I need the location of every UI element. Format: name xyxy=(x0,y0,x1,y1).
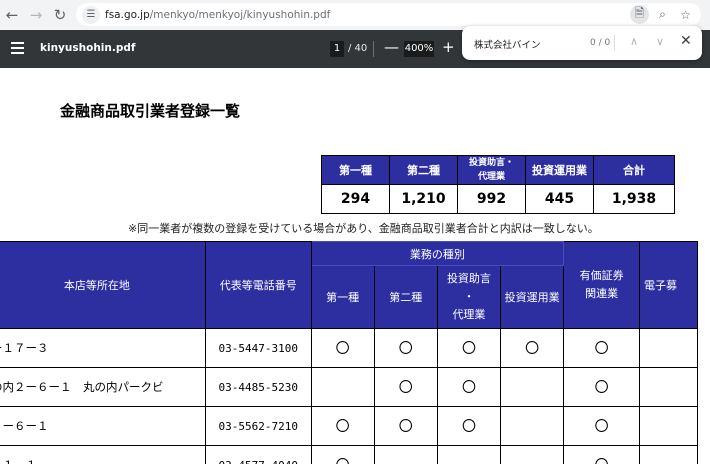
zoom-icon[interactable]: ⌕ xyxy=(653,5,672,24)
column-header-type1: 第一種 xyxy=(310,265,375,329)
column-header-type2: 第二種 xyxy=(373,265,438,329)
column-header-electronic: 電子募 xyxy=(639,241,698,329)
cell-type1 xyxy=(310,367,375,407)
table-row: ー１７ー３ 03-5447-3100 〇 〇 〇 〇 〇 xyxy=(0,328,698,368)
cell-phone: 03-4577-4040 xyxy=(204,445,312,464)
cell-securities: 〇 xyxy=(563,406,640,446)
document-heading: 金融商品取引業者登録一覧 xyxy=(60,102,241,120)
cell-advisory: 〇 xyxy=(436,367,502,407)
summary-header: 第一種 xyxy=(321,155,390,185)
url-path: /menkyo/menkyoj/kinyushohin.pdf xyxy=(149,8,331,21)
pdf-document-icon[interactable]: 🗎 xyxy=(630,5,649,24)
find-close-icon[interactable]: ✕ xyxy=(680,33,692,49)
column-header-address: 本店等所在地 xyxy=(0,241,206,329)
find-bar: 株式会社バイン 0 / 0 ∧ ∨ ✕ xyxy=(462,26,702,60)
cell-type2 xyxy=(373,445,438,464)
toolbar-divider xyxy=(373,41,374,57)
column-header-advisory: 投資助言 ・ 代理業 xyxy=(436,265,502,329)
cell-securities: 〇 xyxy=(563,328,640,368)
back-arrow-icon: ← xyxy=(5,6,19,24)
zoom-in-icon[interactable]: + xyxy=(442,38,455,56)
cell-phone: 03-5562-7210 xyxy=(204,406,312,446)
reload-icon: ↻ xyxy=(53,6,67,24)
cell-phone: 03-4485-5230 xyxy=(204,367,312,407)
url-host: fsa.go.jp xyxy=(105,8,150,21)
summary-value: 992 xyxy=(457,184,526,214)
advisory-line-3: 代理業 xyxy=(452,308,486,321)
cell-investment xyxy=(500,367,565,407)
summary-note: ※同一業者が複数の登録を受けている場合があり、金融商品取引業者合計と内訳は一致し… xyxy=(128,222,599,235)
table-row: １ー６ー１ 03-5562-7210 〇 〇 〇 〇 xyxy=(0,406,698,446)
cell-address: ー１７ー３ xyxy=(0,328,206,368)
find-previous-icon[interactable]: ∧ xyxy=(630,35,638,48)
page-total: / 40 xyxy=(348,43,368,54)
find-match-count: 0 / 0 xyxy=(590,38,611,48)
summary-header: 合計 xyxy=(593,155,675,185)
back-button[interactable]: ← xyxy=(1,4,23,26)
pdf-page[interactable]: 金融商品取引業者登録一覧 第一種 第二種 投資助言・ 代理業 投資運用業 合計 2… xyxy=(0,68,710,464)
cell-type2: 〇 xyxy=(373,367,438,407)
table-row: の内２ー６ー１ 丸の内パークビ 03-4485-5230 〇 〇 〇 xyxy=(0,367,698,407)
securities-line-2: 関連業 xyxy=(585,287,619,300)
site-info-icon[interactable]: ☰ xyxy=(82,5,100,24)
cell-address: ー１ー１ xyxy=(0,445,206,464)
cell-investment xyxy=(500,406,565,446)
cell-type1: 〇 xyxy=(310,445,375,464)
forward-button[interactable]: → xyxy=(25,4,47,26)
summary-table: 第一種 第二種 投資助言・ 代理業 投資運用業 合計 294 1,210 992 … xyxy=(321,155,675,214)
cell-address: の内２ー６ー１ 丸の内パークビ xyxy=(0,367,206,407)
cell-advisory: 〇 xyxy=(436,406,502,446)
cell-type1: 〇 xyxy=(310,328,375,368)
cell-investment: 〇 xyxy=(500,328,565,368)
zoom-level-input[interactable]: 400% xyxy=(404,41,434,57)
registry-table: 本店等所在地 代表等電話番号 業務の種別 有価証券 関連業 電子募 第一種 第二… xyxy=(0,241,698,464)
cell-investment xyxy=(500,445,565,464)
cell-electronic xyxy=(639,406,698,446)
summary-value: 294 xyxy=(321,184,390,214)
cell-advisory: 〇 xyxy=(436,328,502,368)
column-header-investment: 投資運用業 xyxy=(500,265,565,329)
cell-type1: 〇 xyxy=(310,406,375,446)
column-header-securities: 有価証券 関連業 xyxy=(563,241,640,329)
cell-securities: 〇 xyxy=(563,445,640,464)
column-group-business-type: 業務の種別 xyxy=(310,241,565,266)
column-header-phone: 代表等電話番号 xyxy=(204,241,312,329)
summary-value: 1,938 xyxy=(593,184,675,214)
bookmark-star-icon[interactable]: ☆ xyxy=(676,5,695,24)
cell-advisory xyxy=(436,445,502,464)
advisory-line-1: 投資助言 xyxy=(446,272,491,285)
page-number-input[interactable]: 1 xyxy=(330,41,344,57)
reload-button[interactable]: ↻ xyxy=(49,4,71,26)
document-title: kinyushohin.pdf xyxy=(40,42,136,54)
cell-securities: 〇 xyxy=(563,367,640,407)
forward-arrow-icon: → xyxy=(29,6,43,24)
summary-value: 1,210 xyxy=(389,184,458,214)
summary-header: 投資運用業 xyxy=(525,155,594,185)
find-input[interactable]: 株式会社バイン xyxy=(474,37,541,51)
find-divider xyxy=(614,35,615,51)
cell-address: １ー６ー１ xyxy=(0,406,206,446)
menu-icon[interactable] xyxy=(11,42,24,54)
summary-header: 投資助言・ 代理業 xyxy=(457,155,526,185)
cell-type2: 〇 xyxy=(373,406,438,446)
summary-value: 445 xyxy=(525,184,594,214)
cell-electronic xyxy=(639,445,698,464)
cell-electronic xyxy=(639,328,698,368)
cell-type2: 〇 xyxy=(373,328,438,368)
advisory-line-2: ・ xyxy=(463,290,475,303)
cell-electronic xyxy=(639,367,698,407)
address-bar[interactable]: ☰ fsa.go.jp/menkyo/menkyoj/kinyushohin.p… xyxy=(76,3,701,26)
cell-phone: 03-5447-3100 xyxy=(204,328,312,368)
summary-header: 第二種 xyxy=(389,155,458,185)
url-text: fsa.go.jp/menkyo/menkyoj/kinyushohin.pdf xyxy=(105,9,330,21)
securities-line-1: 有価証券 xyxy=(579,269,624,282)
table-row: ー１ー１ 03-4577-4040 〇 〇 xyxy=(0,445,698,464)
find-next-icon[interactable]: ∨ xyxy=(656,35,664,48)
zoom-out-icon[interactable]: — xyxy=(384,38,399,56)
